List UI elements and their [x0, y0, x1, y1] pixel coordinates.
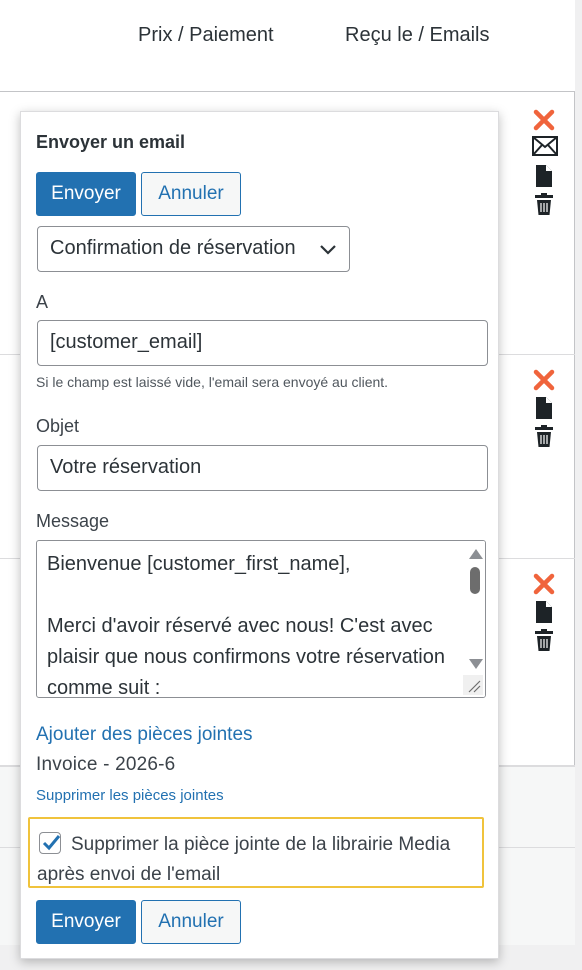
row-actions	[532, 108, 558, 220]
scroll-up-arrow-icon[interactable]	[469, 549, 483, 559]
row-actions	[532, 572, 558, 656]
remove-attachments-link[interactable]: Supprimer les pièces jointes	[36, 787, 224, 804]
add-attachments-link[interactable]: Ajouter des pièces jointes	[36, 724, 253, 746]
cancel-button[interactable]: Annuler	[141, 172, 241, 216]
document-icon[interactable]	[532, 164, 556, 188]
to-hint: Si le champ est laissé vide, l'email ser…	[36, 374, 389, 390]
attachment-name: Invoice - 2026-6	[36, 754, 176, 775]
to-label: A	[36, 292, 49, 312]
chevron-down-icon	[319, 240, 337, 263]
message-scrollbar[interactable]	[465, 541, 485, 697]
envelope-icon[interactable]	[532, 136, 558, 160]
trash-icon[interactable]	[532, 192, 556, 216]
document-icon[interactable]	[532, 396, 556, 420]
popup-title: Envoyer un email	[36, 132, 186, 152]
subject-label: Objet	[36, 416, 80, 436]
to-field[interactable]: [customer_email]	[37, 320, 488, 366]
trash-icon[interactable]	[532, 424, 556, 448]
scroll-thumb[interactable]	[470, 567, 480, 594]
message-textarea[interactable]: Bienvenue [customer_first_name], Merci d…	[36, 540, 486, 698]
column-header-received: Reçu le / Emails	[345, 24, 490, 46]
row-actions	[532, 368, 558, 452]
message-line: Bienvenue [customer_first_name],	[47, 553, 351, 575]
scroll-down-arrow-icon[interactable]	[469, 659, 483, 669]
email-template-select[interactable]: Confirmation de réservation	[37, 226, 350, 272]
subject-field[interactable]: Votre réservation	[37, 445, 488, 491]
close-icon[interactable]	[532, 572, 556, 596]
message-line	[47, 580, 457, 611]
delete-media-option: Supprimer la pièce jointe de la librairi…	[28, 817, 484, 888]
checkmark-icon	[42, 835, 61, 851]
message-content: Bienvenue [customer_first_name], Merci d…	[47, 549, 457, 698]
cancel-button-bottom[interactable]: Annuler	[141, 900, 241, 944]
trash-icon[interactable]	[532, 628, 556, 652]
resize-handle-icon[interactable]	[463, 675, 483, 695]
send-button[interactable]: Envoyer	[36, 172, 136, 216]
send-button-bottom[interactable]: Envoyer	[36, 900, 136, 944]
email-template-selected: Confirmation de réservation	[50, 237, 296, 259]
column-header-price: Prix / Paiement	[138, 24, 274, 46]
message-line: Merci d'avoir réservé avec nous! C'est a…	[47, 615, 445, 698]
send-email-popup: Envoyer un email Envoyer Annuler Confirm…	[20, 111, 499, 959]
delete-media-checkbox[interactable]	[39, 832, 61, 854]
document-icon[interactable]	[532, 600, 556, 624]
delete-media-checkbox-label[interactable]: Supprimer la pièce jointe de la librairi…	[37, 830, 477, 890]
message-label: Message	[36, 511, 110, 531]
close-icon[interactable]	[532, 368, 556, 392]
table-header: Prix / Paiement Reçu le / Emails	[0, 0, 575, 92]
close-icon[interactable]	[532, 108, 556, 132]
